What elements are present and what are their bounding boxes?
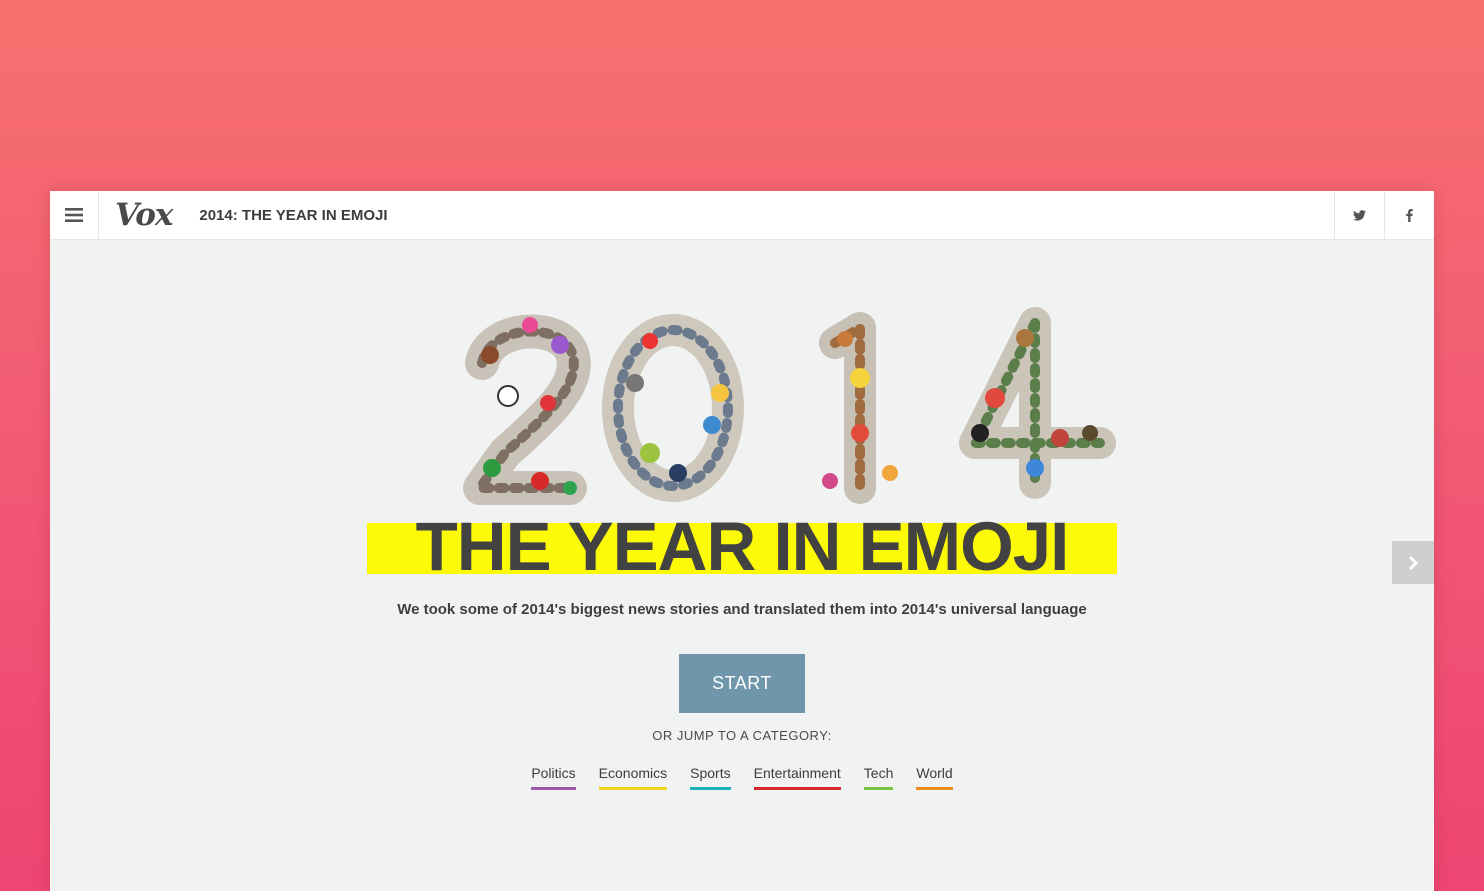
menu-button[interactable] (50, 190, 99, 240)
subtitle: We took some of 2014's biggest news stor… (397, 601, 1087, 618)
page-title: 2014: THE YEAR IN EMOJI (199, 206, 388, 224)
start-button[interactable]: START (679, 654, 805, 713)
category-politics[interactable]: Politics (531, 765, 576, 790)
top-bar: Vox 2014: THE YEAR IN EMOJI (50, 190, 1434, 240)
next-slide-button[interactable] (1392, 541, 1434, 584)
twitter-share-button[interactable] (1334, 191, 1384, 240)
category-economics[interactable]: Economics (598, 765, 668, 790)
headline: THE YEAR IN EMOJI (367, 511, 1117, 583)
category-tech[interactable]: Tech (863, 765, 894, 790)
facebook-share-button[interactable] (1384, 191, 1434, 240)
twitter-icon (1353, 210, 1366, 221)
headline-text: THE YEAR IN EMOJI (415, 508, 1070, 585)
category-entertainment[interactable]: Entertainment (753, 765, 841, 790)
category-links: Politics Economics Sports Entertainment … (50, 765, 1434, 790)
chevron-right-icon (1408, 555, 1418, 570)
share-buttons (1334, 191, 1434, 240)
hamburger-icon (65, 208, 83, 222)
app-window: Vox 2014: THE YEAR IN EMOJI THE YEAR IN … (50, 190, 1434, 891)
category-world[interactable]: World (916, 765, 953, 790)
vox-logo[interactable]: Vox (115, 197, 173, 233)
facebook-icon (1406, 209, 1413, 222)
category-sports[interactable]: Sports (690, 765, 731, 790)
emoji-2014-artwork (463, 307, 1116, 505)
jump-category-label: OR JUMP TO A CATEGORY: (652, 728, 832, 743)
